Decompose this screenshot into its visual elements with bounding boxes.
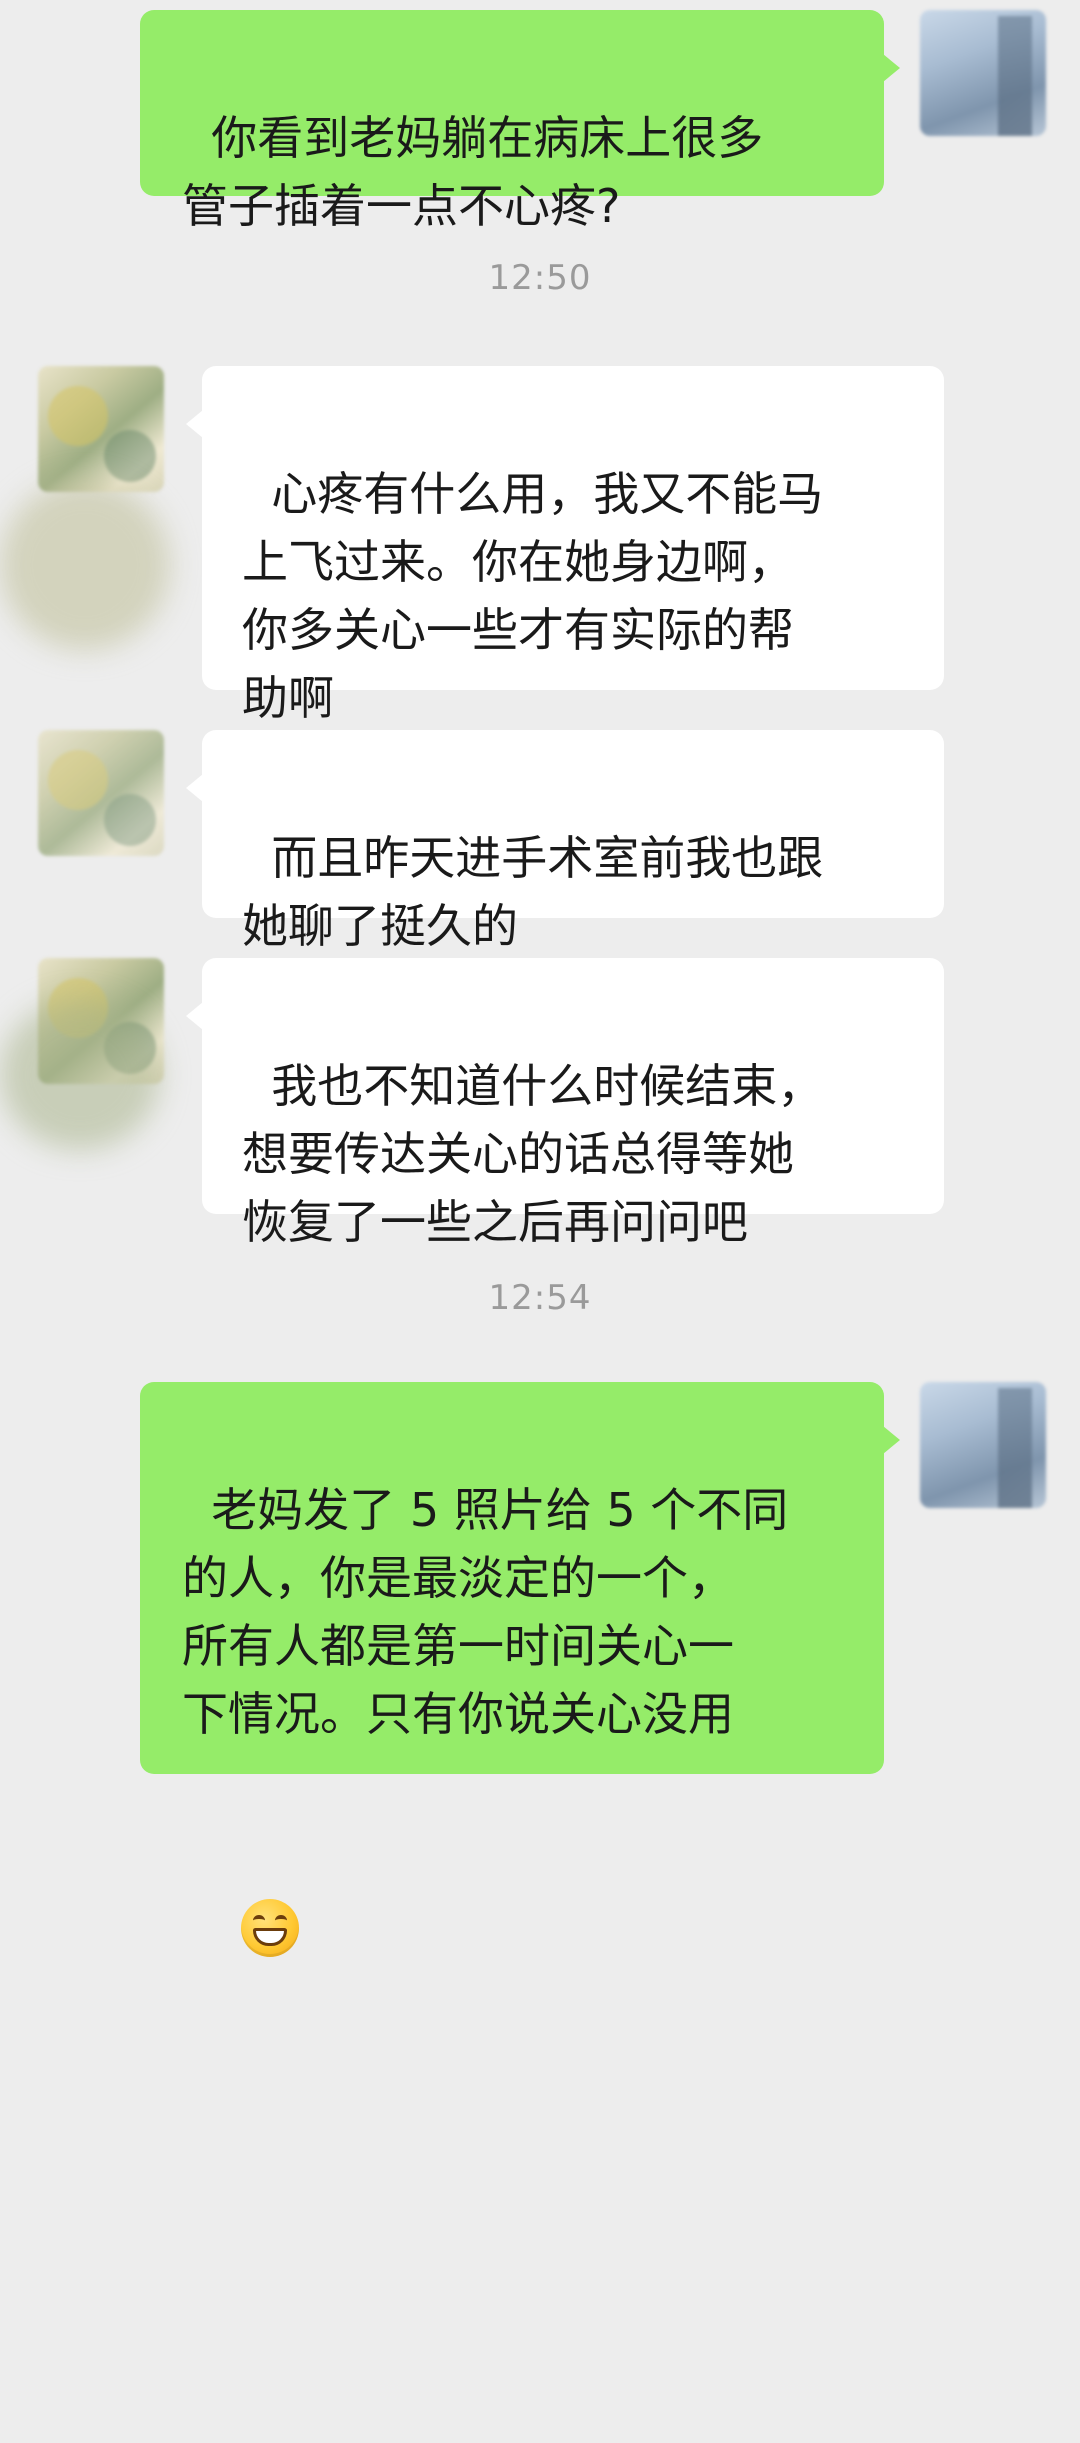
avatar-image — [998, 16, 1032, 136]
avatar-image — [998, 1388, 1032, 1508]
message-bubble-self[interactable]: 老妈发了 5 照片给 5 个不同 的人，你是最淡定的一个， 所有人都是第一时间关… — [140, 1382, 900, 1957]
message-text: 老妈发了 5 照片给 5 个不同 的人，你是最淡定的一个， 所有人都是第一时间关… — [182, 1483, 789, 1741]
grinning-face-icon — [240, 1898, 299, 1957]
blur-overlay — [0, 1000, 160, 1150]
avatar-image — [48, 750, 108, 810]
message-text: 你看到老妈躺在病床上很多 管子插着一点不心疼? — [182, 111, 764, 233]
message-text: 心疼有什么用，我又不能马 上飞过来。你在她身边啊， 你多关心一些才有实际的帮 助… — [242, 467, 824, 725]
message-bubble-contact[interactable]: 心疼有什么用，我又不能马 上飞过来。你在她身边啊， 你多关心一些才有实际的帮 助… — [186, 366, 944, 725]
avatar-image — [104, 794, 156, 846]
contact-avatar[interactable] — [38, 366, 164, 492]
emoji-mouth — [252, 1927, 287, 1946]
avatar-image — [48, 386, 108, 446]
message-bubble-contact[interactable]: 我也不知道什么时候结束， 想要传达关心的话总得等她 恢复了一些之后再问问吧 — [186, 958, 944, 1249]
avatar-image — [104, 430, 156, 482]
self-avatar[interactable] — [920, 10, 1046, 136]
message-bubble-self[interactable]: 你看到老妈躺在病床上很多 管子插着一点不心疼? — [140, 10, 900, 233]
message-text: 我也不知道什么时候结束， 想要传达关心的话总得等她 恢复了一些之后再问问吧 — [242, 1059, 824, 1249]
timestamp: 12:54 — [488, 1278, 592, 1318]
message-bubble-contact[interactable]: 而且昨天进手术室前我也跟 她聊了挺久的 — [186, 730, 944, 953]
contact-avatar[interactable] — [38, 730, 164, 856]
emoji-line — [182, 1822, 848, 2026]
timestamp: 12:50 — [488, 258, 592, 298]
blur-overlay — [0, 480, 170, 650]
self-avatar[interactable] — [920, 1382, 1046, 1508]
emoji-eye — [252, 1914, 265, 1926]
emoji-eye — [274, 1914, 287, 1926]
message-text: 而且昨天进手术室前我也跟 她聊了挺久的 — [242, 831, 824, 953]
